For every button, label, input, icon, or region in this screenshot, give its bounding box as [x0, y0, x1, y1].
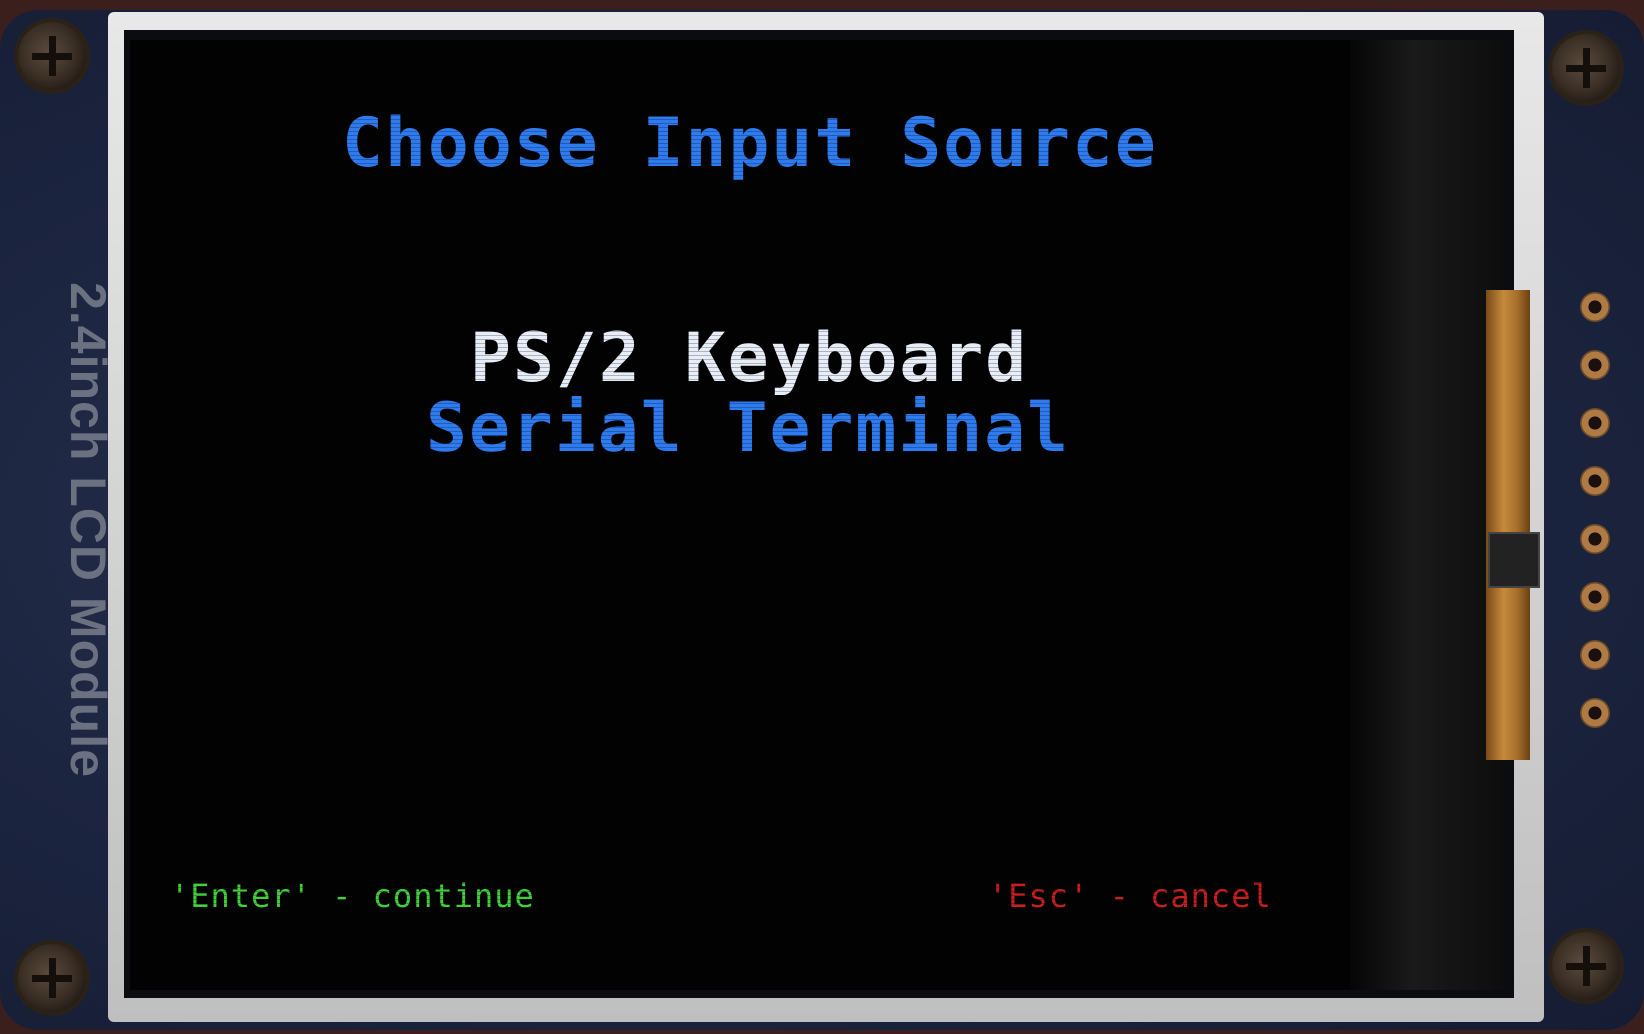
option-ps2-keyboard[interactable]: PS/2 Keyboard: [470, 325, 1028, 393]
header-pin-icon: [1580, 698, 1610, 728]
header-pin-icon: [1580, 524, 1610, 554]
header-pin-icon: [1580, 350, 1610, 380]
header-pin-icon: [1580, 466, 1610, 496]
lcd-screen: Choose Input Source PS/2 Keyboard Serial…: [130, 40, 1350, 990]
screen-title: Choose Input Source: [342, 104, 1158, 183]
lcd-edge: [1350, 40, 1504, 990]
screw-icon: [14, 18, 90, 94]
hint-cancel: 'Esc' - cancel: [988, 877, 1272, 915]
header-pin-icon: [1580, 292, 1610, 322]
header-pin-icon: [1580, 640, 1610, 670]
header-pin-icon: [1580, 408, 1610, 438]
flex-cable: [1486, 290, 1530, 760]
flex-connector: [1488, 532, 1540, 588]
option-serial-terminal[interactable]: Serial Terminal: [426, 395, 1070, 463]
header-pin-icon: [1580, 582, 1610, 612]
hint-continue: 'Enter' - continue: [170, 877, 535, 915]
screw-icon: [14, 940, 90, 1016]
screw-icon: [1548, 928, 1624, 1004]
screw-icon: [1548, 30, 1624, 106]
